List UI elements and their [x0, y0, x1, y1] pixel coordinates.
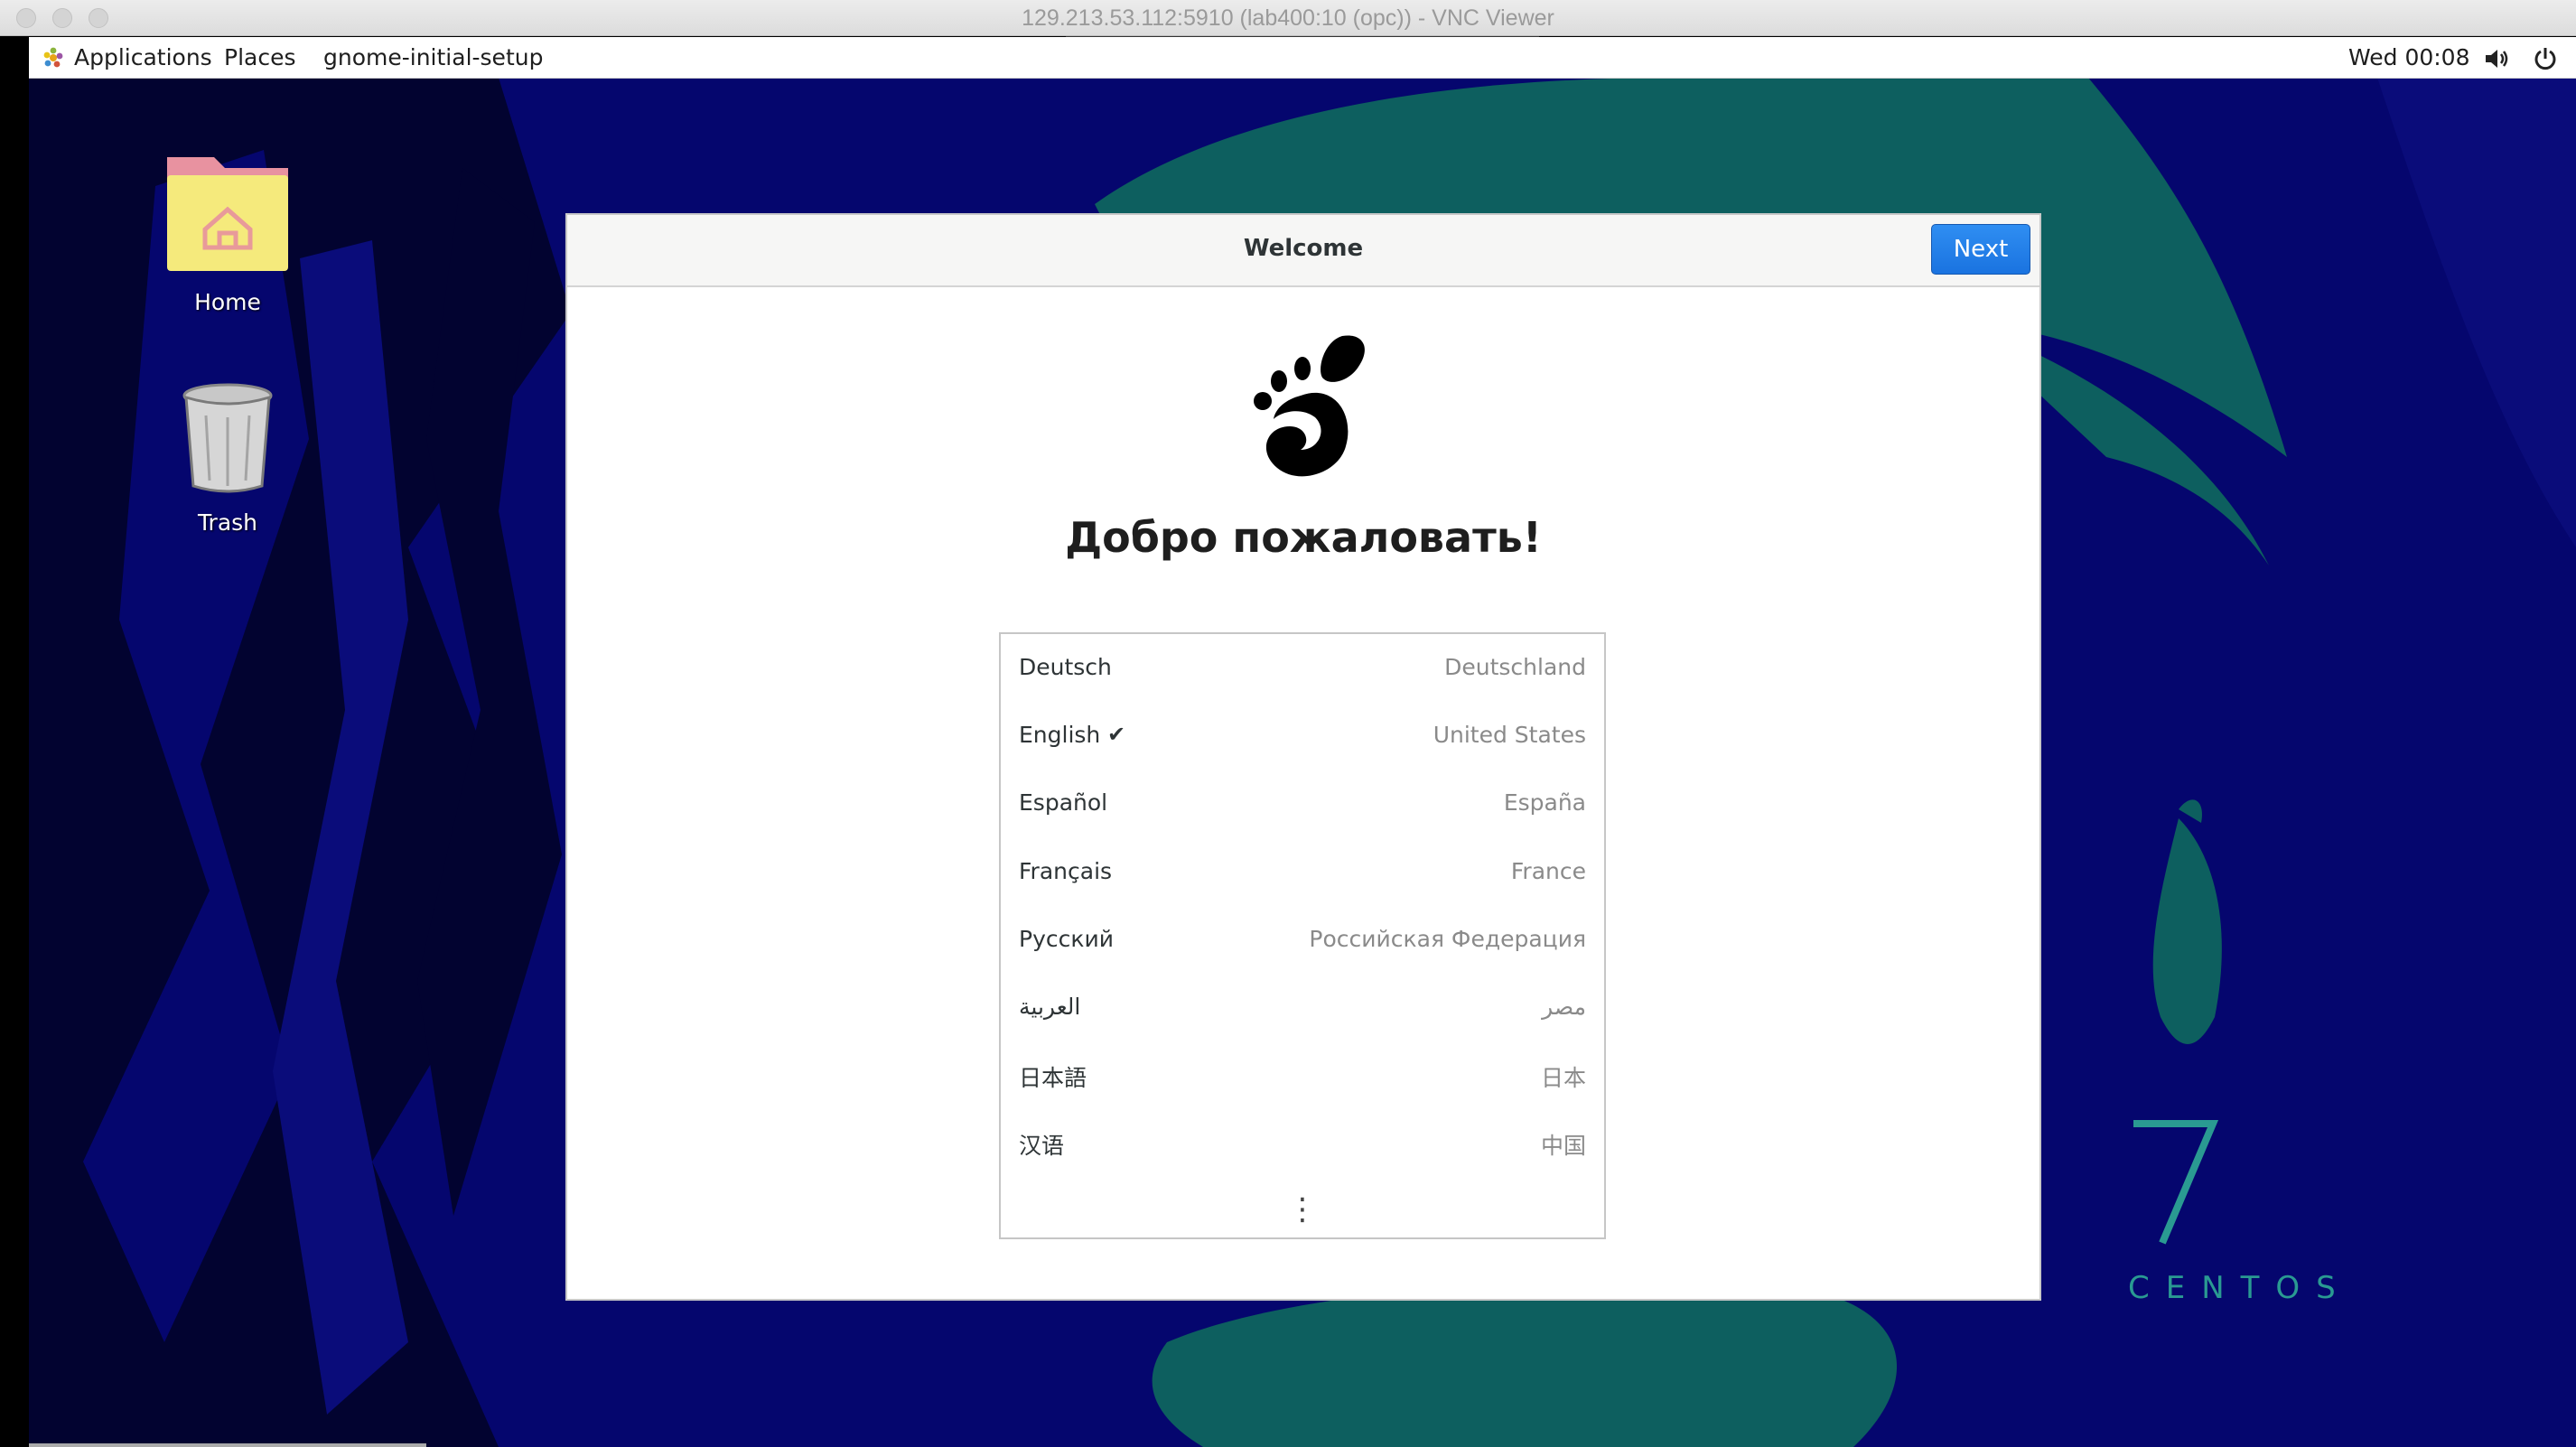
- language-name: 日本語: [1019, 1065, 1087, 1091]
- gnome-top-bar: Applications Places gnome-initial-setup …: [29, 37, 2576, 79]
- vnc-window-title: 129.213.53.112:5910 (lab400:10 (opc)) - …: [1022, 5, 1554, 31]
- language-row-russian[interactable]: Русский Российская Федерация: [1001, 906, 1604, 973]
- language-row-chinese[interactable]: 汉语 中国: [1001, 1108, 1604, 1175]
- language-region: 日本: [1540, 1065, 1586, 1091]
- language-region: مصر: [1542, 994, 1586, 1020]
- language-row-deutsch[interactable]: Deutsch Deutschland: [1001, 634, 1604, 701]
- clock[interactable]: Wed 00:08: [2348, 44, 2470, 70]
- active-app-menu[interactable]: gnome-initial-setup: [323, 44, 543, 70]
- language-name: Español: [1019, 789, 1108, 816]
- vnc-window-titlebar: 129.213.53.112:5910 (lab400:10 (opc)) - …: [0, 0, 2576, 36]
- power-icon[interactable]: [2533, 46, 2558, 71]
- language-name: العربية: [1019, 994, 1081, 1020]
- language-region: France: [1510, 858, 1586, 884]
- language-row-francais[interactable]: Français France: [1001, 838, 1604, 905]
- centos-seven-logo: [2133, 1120, 2218, 1245]
- language-row-espanol[interactable]: Español España: [1001, 770, 1604, 836]
- language-row-english[interactable]: English ✔ United States: [1001, 702, 1604, 769]
- language-row-japanese[interactable]: 日本語 日本: [1001, 1041, 1604, 1107]
- volume-icon[interactable]: [2484, 48, 2509, 70]
- desktop-icon-trash[interactable]: Trash: [137, 379, 318, 536]
- applications-menu[interactable]: Applications: [74, 44, 212, 70]
- language-name: English: [1019, 722, 1101, 748]
- viewer-scrollbar[interactable]: [29, 1443, 426, 1447]
- language-name: 汉语: [1019, 1133, 1065, 1159]
- desktop-icon-home[interactable]: Home: [137, 150, 318, 315]
- language-region: Deutschland: [1444, 654, 1586, 680]
- dialog-title: Welcome: [1243, 235, 1364, 262]
- dialog-header: Welcome Next: [567, 215, 2039, 287]
- desktop-icon-label: Trash: [197, 509, 258, 536]
- places-menu[interactable]: Places: [224, 44, 296, 70]
- checkmark-icon: ✔: [1107, 722, 1126, 747]
- language-name: Deutsch: [1019, 654, 1112, 680]
- more-languages-button[interactable]: ⋮: [1001, 1194, 1604, 1225]
- language-list: Deutsch Deutschland English ✔ United Sta…: [999, 632, 1606, 1239]
- language-row-arabic[interactable]: العربية مصر: [1001, 974, 1604, 1041]
- welcome-heading: Добро пожаловать!: [1065, 513, 1542, 562]
- desktop-icon-label: Home: [194, 289, 261, 315]
- language-region: España: [1503, 789, 1586, 816]
- gnome-foot-icon: [1254, 335, 1365, 477]
- initial-setup-dialog: Welcome Next Добро пожаловать! Deutsch D…: [565, 213, 2041, 1301]
- language-region: 中国: [1540, 1133, 1586, 1159]
- language-name: Français: [1019, 858, 1113, 884]
- trash-icon: [182, 383, 273, 493]
- viewer-left-border: [0, 36, 29, 1447]
- language-name: Русский: [1019, 926, 1114, 952]
- centos-wordmark: CENTOS: [2128, 1270, 2352, 1306]
- applications-menu-icon: [43, 47, 63, 68]
- next-button[interactable]: Next: [1931, 224, 2030, 275]
- language-region: United States: [1433, 722, 1586, 748]
- home-folder-icon: [167, 157, 288, 271]
- language-region: Российская Федерация: [1309, 926, 1586, 952]
